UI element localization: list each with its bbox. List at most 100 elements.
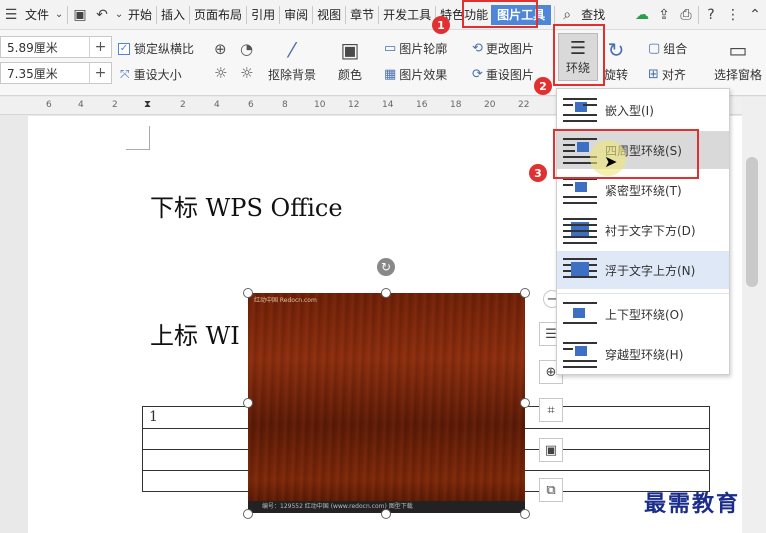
picture-effect-button[interactable]: ▦ 图片效果: [384, 66, 447, 83]
tab-insert[interactable]: 插入: [158, 0, 188, 30]
ruler-tick-label: 12: [348, 100, 360, 110]
tab-home[interactable]: 开始: [125, 0, 155, 30]
cloud-sync-icon[interactable]: ☁: [631, 0, 653, 30]
wrap-top-bottom-icon: [563, 300, 597, 328]
picture-outline-button[interactable]: ▭ 图片轮廓: [384, 40, 447, 57]
change-picture-icon: ⟲: [472, 41, 483, 56]
help-icon[interactable]: ?: [700, 0, 722, 30]
annotation-box-wrap-button: [553, 24, 605, 86]
checkbox-checked-icon[interactable]: ✓: [118, 42, 130, 55]
ruler-tick-label: 18: [450, 100, 462, 110]
height-value[interactable]: 5.89厘米: [1, 39, 89, 56]
hamburger-icon[interactable]: ☰: [0, 0, 22, 30]
ruler-tick-label: 10: [314, 100, 326, 110]
resize-handle[interactable]: [243, 398, 253, 408]
picture-tool-icon[interactable]: ▣: [539, 438, 563, 462]
wrap-inline-option[interactable]: 嵌入型(I): [557, 91, 729, 129]
tab-section[interactable]: 章节: [347, 0, 377, 30]
resize-handle[interactable]: [243, 509, 253, 519]
group-label: 组合: [663, 42, 688, 56]
wrap-top-bottom-label: 上下型环绕(O): [605, 307, 684, 322]
reset-size-label: 重设大小: [133, 68, 182, 82]
rotate-right-icon[interactable]: ☼: [240, 64, 253, 82]
chevron-down-icon[interactable]: ⌄: [52, 0, 66, 30]
rotate-left-icon[interactable]: ☼: [214, 64, 227, 82]
remove-background-button[interactable]: ⁄ 抠除背景: [268, 34, 316, 83]
height-increment-button[interactable]: +: [89, 37, 111, 57]
table-cell-text[interactable]: 1: [149, 409, 158, 425]
divider: [67, 5, 69, 24]
align-button[interactable]: ⊞ 对齐: [648, 66, 686, 83]
rotate-label: 旋转: [604, 68, 629, 82]
selected-wood-picture[interactable]: 红动中国 Redocn.com 编号：129552 红动中国 (www.redo…: [248, 293, 525, 513]
ruler-tick-label: 6: [46, 100, 52, 110]
picture-export-icon[interactable]: ⧉: [539, 478, 563, 502]
width-field[interactable]: 7.35厘米 +: [0, 62, 112, 84]
selection-pane-label: 选择窗格: [714, 68, 763, 82]
indent-marker-icon[interactable]: ⧗: [144, 99, 151, 110]
resize-handle[interactable]: [243, 288, 253, 298]
menu-bar: ☰ 文件 ⌄ ▣ ↶ ⌄ 开始 插入 页面布局 引用 审阅 视图 章节 开发工具…: [0, 0, 766, 30]
change-picture-button[interactable]: ⟲ 更改图片: [472, 40, 534, 57]
more-icon[interactable]: ⋮: [722, 0, 744, 30]
subscript-text[interactable]: 下标 WPS Office: [150, 188, 343, 223]
reset-picture-button[interactable]: ⟳ 重设图片: [472, 66, 534, 83]
divider: [698, 5, 699, 24]
rotate-button[interactable]: ↻ 旋转: [604, 34, 628, 83]
crop-shape-icon[interactable]: ◔: [240, 40, 253, 58]
save-icon[interactable]: ▣: [69, 0, 91, 30]
crop-tool-icon[interactable]: ⌗: [539, 398, 563, 422]
picture-outline-label: 图片轮廓: [399, 42, 448, 56]
divider: [312, 5, 314, 24]
resize-handle[interactable]: [520, 509, 530, 519]
annotation-box-square-option: [553, 129, 699, 179]
color-label: 颜色: [338, 68, 363, 82]
chevron-down-icon[interactable]: ⌄: [113, 0, 125, 30]
wrap-tight-label: 紧密型环绕(T): [605, 183, 682, 198]
picture-color-icon: ▣: [340, 38, 360, 62]
ruler-tick-label: 4: [214, 100, 220, 110]
resize-handle[interactable]: [381, 288, 391, 298]
resize-handle[interactable]: [381, 509, 391, 519]
superscript-text[interactable]: 上标 WI: [150, 316, 240, 351]
divider: [279, 5, 281, 24]
annotation-box-picture-tools: [462, 0, 538, 28]
wrap-in-front-option[interactable]: 浮于文字上方(N): [557, 251, 729, 289]
share-icon[interactable]: ⇪: [653, 0, 675, 30]
group-button[interactable]: ▢ 组合: [648, 40, 687, 57]
tab-developer[interactable]: 开发工具: [380, 0, 434, 30]
vertical-scrollbar[interactable]: [742, 97, 766, 533]
tab-view[interactable]: 视图: [314, 0, 344, 30]
reset-size-icon: ⤧: [120, 67, 130, 81]
ruler-tick-label: 20: [484, 100, 496, 110]
tab-review[interactable]: 审阅: [281, 0, 311, 30]
divider: [189, 5, 191, 24]
wrap-behind-text-option[interactable]: 衬于文字下方(D): [557, 211, 729, 249]
height-field[interactable]: 5.89厘米 +: [0, 36, 112, 58]
lock-ratio-checkbox[interactable]: ✓ 锁定纵横比: [118, 40, 194, 57]
tab-page-layout[interactable]: 页面布局: [191, 0, 245, 30]
file-menu[interactable]: 文件: [22, 0, 52, 30]
tab-references[interactable]: 引用: [248, 0, 278, 30]
wrap-behind-text-label: 衬于文字下方(D): [605, 223, 696, 238]
width-increment-button[interactable]: +: [89, 63, 111, 83]
ribbon-toolbar: 5.89厘米 + 7.35厘米 + ✓ 锁定纵横比 ⤧ 重设大小 ⊕ ◔ ☼ ☼…: [0, 30, 766, 96]
color-button[interactable]: ▣ 颜色: [338, 34, 362, 83]
scrollbar-thumb[interactable]: [746, 157, 758, 287]
print-icon[interactable]: ⎙: [675, 0, 697, 30]
wrap-top-bottom-option[interactable]: 上下型环绕(O): [557, 295, 729, 333]
reset-picture-label: 重设图片: [485, 68, 534, 82]
crop-icon[interactable]: ⊕: [214, 40, 227, 58]
page-corner-marker: [126, 126, 150, 150]
divider: [246, 5, 248, 24]
resize-handle[interactable]: [520, 398, 530, 408]
collapse-icon[interactable]: ⌃: [744, 0, 766, 30]
width-value[interactable]: 7.35厘米: [1, 65, 89, 82]
reset-size-button[interactable]: ⤧ 重设大小: [120, 66, 182, 83]
align-icon: ⊞: [648, 67, 659, 82]
selection-pane-button[interactable]: ▭ 选择窗格: [714, 34, 762, 83]
resize-handle[interactable]: [520, 288, 530, 298]
rotate-handle-icon[interactable]: ↻: [377, 258, 395, 276]
wrap-through-option[interactable]: 穿越型环绕(H): [557, 335, 729, 373]
undo-icon[interactable]: ↶: [91, 0, 113, 30]
